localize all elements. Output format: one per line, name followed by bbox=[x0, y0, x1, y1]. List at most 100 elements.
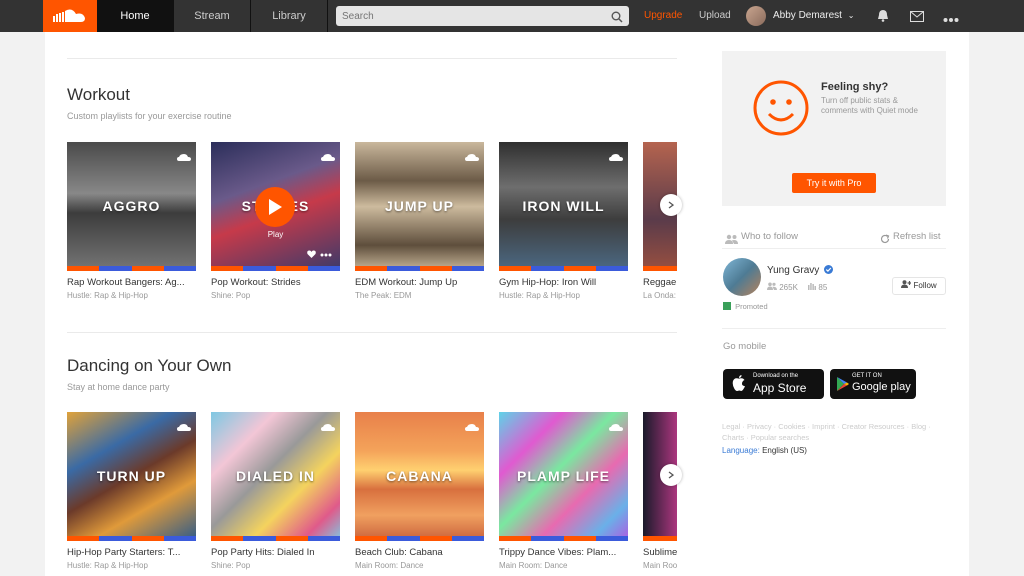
playlist-cover[interactable]: PLAMP LIFE bbox=[499, 412, 628, 541]
artist-name-link[interactable]: Yung Gravy bbox=[767, 265, 834, 277]
playlist-curator[interactable]: The Peak: EDM bbox=[355, 291, 484, 300]
divider bbox=[722, 328, 946, 329]
playlist-cover[interactable]: AGGRO bbox=[67, 142, 196, 271]
chevron-down-icon: ⌄ bbox=[847, 11, 855, 20]
playlist-curator[interactable]: Hustle: Rap & Hip-Hop bbox=[499, 291, 628, 300]
pro-promo-box: Feeling shy? Turn off public stats & com… bbox=[722, 51, 946, 206]
main-content: Workout Custom playlists for your exerci… bbox=[45, 32, 969, 576]
cloud-logo-icon bbox=[53, 9, 85, 22]
carousel-next-button[interactable] bbox=[660, 194, 682, 216]
upload-link[interactable]: Upload bbox=[699, 0, 731, 32]
playlist-curator[interactable]: Hustle: Rap & Hip-Hop bbox=[67, 561, 196, 570]
playlist-cover[interactable]: DIALED IN bbox=[211, 412, 340, 541]
playlist-cover[interactable]: TURN UP bbox=[67, 412, 196, 541]
play-button[interactable] bbox=[255, 187, 295, 227]
playlist-card[interactable]: DIALED IN Pop Party Hits: Dialed In Shin… bbox=[211, 412, 340, 570]
playlist-curator[interactable]: Shine: Pop bbox=[211, 291, 340, 300]
carousel-next-button[interactable] bbox=[660, 464, 682, 486]
playlist-curator[interactable]: Main Room: Dance bbox=[355, 561, 484, 570]
playlist-cover[interactable]: STRIDES Play bbox=[211, 142, 340, 271]
search-input[interactable] bbox=[336, 6, 596, 27]
user-menu[interactable]: Abby Demarest ⌄ bbox=[773, 0, 854, 32]
playlist-card[interactable]: CABANA Beach Club: Cabana Main Room: Dan… bbox=[355, 412, 484, 570]
section-title-dancing: Dancing on Your Own bbox=[67, 356, 232, 375]
playlist-cover[interactable]: JUMP UP bbox=[355, 142, 484, 271]
refresh-list-link[interactable]: Refresh list bbox=[893, 231, 941, 242]
cover-stripe bbox=[643, 266, 677, 271]
artist-avatar[interactable] bbox=[723, 258, 761, 296]
playlist-title[interactable]: Hip-Hop Party Starters: T... bbox=[67, 547, 196, 558]
playlist-title[interactable]: Pop Workout: Strides bbox=[211, 277, 340, 288]
who-to-follow-heading: Who to follow bbox=[741, 231, 799, 242]
playlist-title[interactable]: Pop Party Hits: Dialed In bbox=[211, 547, 340, 558]
soundcloud-logo[interactable] bbox=[43, 0, 97, 32]
google-play-icon bbox=[837, 377, 849, 396]
playlist-curator[interactable]: Hustle: Rap & Hip-Hop bbox=[67, 291, 196, 300]
cloud-icon bbox=[465, 148, 479, 166]
playlist-title[interactable]: Beach Club: Cabana bbox=[355, 547, 484, 558]
cloud-icon bbox=[465, 418, 479, 436]
cover-stripe bbox=[499, 536, 628, 541]
mail-icon[interactable] bbox=[910, 9, 924, 27]
pro-text: Turn off public stats & comments with Qu… bbox=[821, 96, 918, 115]
smiley-icon bbox=[752, 79, 810, 142]
playlist-card[interactable]: PLAMP LIFE Trippy Dance Vibes: Plam... M… bbox=[499, 412, 628, 570]
tab-library[interactable]: Library bbox=[251, 0, 328, 32]
bell-icon[interactable] bbox=[877, 9, 889, 27]
cover-stripe bbox=[643, 536, 677, 541]
playlist-card[interactable]: Reggae La Onda: bbox=[643, 142, 677, 300]
artist-name: Yung Gravy bbox=[767, 265, 820, 276]
search-box bbox=[336, 6, 629, 28]
followers-count: 265K bbox=[779, 283, 798, 292]
playlist-curator[interactable]: Shine: Pop bbox=[211, 561, 340, 570]
cloud-icon bbox=[609, 148, 623, 166]
footer-links[interactable]: Legal · Privacy · Cookies · Imprint · Cr… bbox=[722, 421, 946, 443]
google-play-button[interactable]: GET IT ON Google play bbox=[830, 369, 916, 399]
playlist-title[interactable]: EDM Workout: Jump Up bbox=[355, 277, 484, 288]
playlist-card[interactable]: AGGRO Rap Workout Bangers: Ag... Hustle:… bbox=[67, 142, 196, 300]
try-pro-button[interactable]: Try it with Pro bbox=[792, 173, 876, 193]
chevron-right-icon bbox=[668, 201, 674, 209]
tracks-count: 85 bbox=[818, 283, 828, 292]
more-icon[interactable] bbox=[943, 10, 959, 28]
cloud-icon bbox=[321, 148, 335, 166]
playlist-card[interactable]: TURN UP Hip-Hop Party Starters: T... Hus… bbox=[67, 412, 196, 570]
playlist-card[interactable]: IRON WILL Gym Hip-Hop: Iron Will Hustle:… bbox=[499, 142, 628, 300]
playlist-title[interactable]: Gym Hip-Hop: Iron Will bbox=[499, 277, 628, 288]
playlist-curator[interactable]: Main Room: Dance bbox=[499, 561, 628, 570]
playlist-title[interactable]: Sublime bbox=[643, 547, 677, 558]
playlist-title[interactable]: Trippy Dance Vibes: Plam... bbox=[499, 547, 628, 558]
apple-icon bbox=[732, 375, 746, 397]
playlist-title[interactable]: Rap Workout Bangers: Ag... bbox=[67, 277, 196, 288]
cover-label: PLAMP LIFE bbox=[517, 468, 610, 484]
playlist-title[interactable]: Reggae bbox=[643, 277, 677, 288]
playlist-curator[interactable]: Main Room: bbox=[643, 561, 677, 570]
cloud-icon bbox=[321, 418, 335, 436]
refresh-icon[interactable] bbox=[880, 231, 890, 249]
follow-button[interactable]: Follow bbox=[892, 277, 946, 295]
cover-stripe bbox=[211, 266, 340, 271]
playlist-curator[interactable]: La Onda: bbox=[643, 291, 677, 300]
cover-label: TURN UP bbox=[96, 468, 167, 484]
app-store-button[interactable]: Download on the App Store bbox=[723, 369, 824, 399]
like-icon[interactable] bbox=[307, 245, 316, 263]
more-icon[interactable] bbox=[320, 244, 332, 262]
playlist-card[interactable]: JUMP UP EDM Workout: Jump Up The Peak: E… bbox=[355, 142, 484, 300]
user-avatar[interactable] bbox=[746, 6, 766, 26]
artist-stats: 265K 85 bbox=[767, 282, 827, 292]
playlist-cover[interactable]: IRON WILL bbox=[499, 142, 628, 271]
divider bbox=[67, 332, 677, 333]
cover-stripe bbox=[355, 536, 484, 541]
playlist-card[interactable]: Sublime Main Room: bbox=[643, 412, 677, 570]
playlist-card[interactable]: STRIDES Play Pop Workout: Strides Shine:… bbox=[211, 142, 340, 300]
playlist-cover[interactable]: CABANA bbox=[355, 412, 484, 541]
search-icon[interactable] bbox=[611, 10, 623, 28]
language-selector[interactable]: Language: English (US) bbox=[722, 446, 807, 455]
followers-icon bbox=[767, 282, 779, 292]
go-mobile-heading: Go mobile bbox=[723, 341, 767, 352]
cloud-icon bbox=[177, 418, 191, 436]
tab-home[interactable]: Home bbox=[97, 0, 174, 32]
upgrade-link[interactable]: Upgrade bbox=[644, 0, 682, 32]
google-play-text: Google play bbox=[852, 381, 911, 393]
tab-stream[interactable]: Stream bbox=[174, 0, 251, 32]
